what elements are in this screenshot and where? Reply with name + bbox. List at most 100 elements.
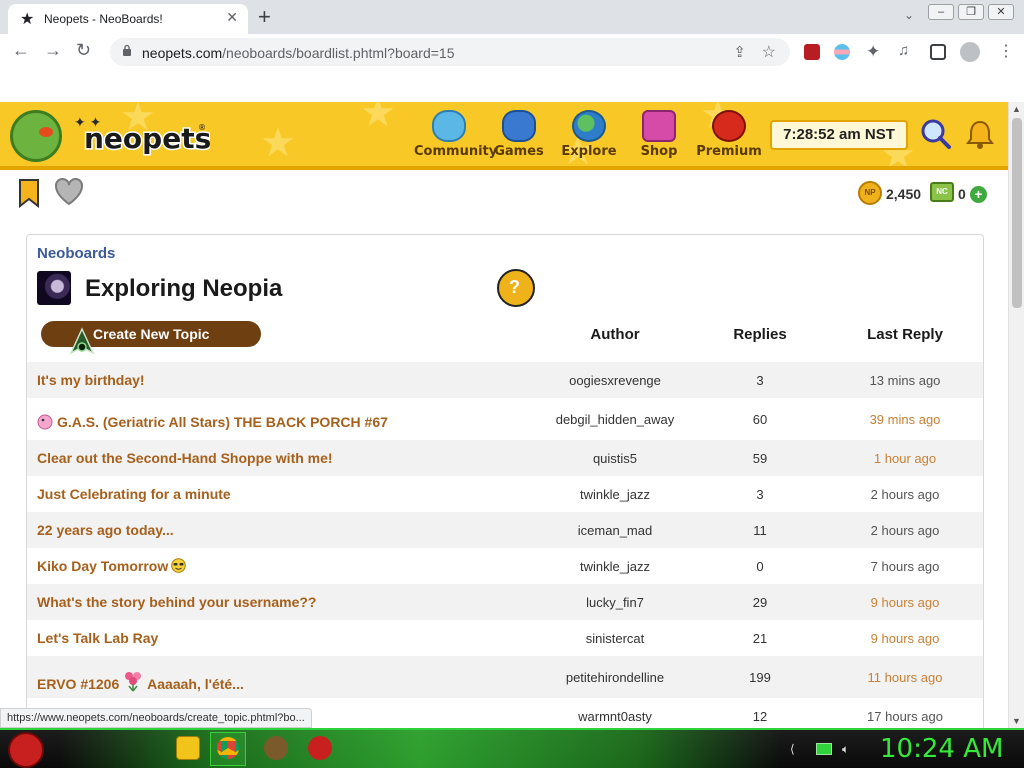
topic-author[interactable]: iceman_mad: [515, 523, 715, 538]
browser-tab-strip: ★ Neopets - NeoBoards! ✕ + ⌄ – ❐ ✕: [0, 0, 1024, 34]
topic-author[interactable]: petitehirondelline: [515, 670, 715, 685]
restore-button[interactable]: ❐: [958, 4, 984, 20]
topic-replies: 60: [752, 412, 768, 427]
help-glyph: ?: [509, 277, 520, 297]
topic-link-part-a[interactable]: ERVO #1206: [37, 676, 119, 692]
topic-row: G.A.S. (Geriatric All Stars) THE BACK PO…: [27, 398, 983, 440]
share-icon[interactable]: ⇪: [733, 43, 746, 61]
chrome-icon: [217, 737, 239, 759]
topic-author[interactable]: debgil_hidden_away: [515, 412, 715, 427]
volume-icon[interactable]: 🔈︎: [842, 742, 849, 757]
green-cursor-icon: [69, 327, 95, 355]
os-taskbar: ⟨ 🔈︎ 10:24 AM: [0, 728, 1024, 768]
nav-games-label: Games: [494, 144, 544, 159]
topic-link-part-b[interactable]: Aaaaah, l'été...: [147, 676, 244, 692]
colorful-extension-icon[interactable]: [834, 44, 850, 60]
nav-premium[interactable]: Premium: [694, 110, 764, 159]
topic-link[interactable]: Let's Talk Lab Ray: [37, 630, 158, 646]
neocash-amount: 0: [958, 186, 966, 202]
scroll-up-arrow-icon[interactable]: ▲: [1012, 104, 1021, 114]
topic-link-wrap[interactable]: Kiko Day Tomorrow: [37, 558, 187, 574]
close-window-button[interactable]: ✕: [988, 4, 1014, 20]
topic-last-reply[interactable]: 2 hours ago: [845, 523, 965, 538]
topic-replies: 11: [753, 523, 767, 538]
bookmark-star-icon[interactable]: ☆: [762, 42, 776, 62]
network-icon[interactable]: [816, 743, 832, 755]
scroll-thumb[interactable]: [1012, 118, 1022, 308]
angry-bird-app-icon[interactable]: [308, 736, 332, 760]
breadcrumb-neoboards[interactable]: Neoboards: [37, 245, 115, 262]
profile-avatar[interactable]: [960, 42, 980, 62]
bookmark-icon[interactable]: [18, 178, 40, 208]
reload-icon[interactable]: ↻: [76, 40, 91, 61]
more-menu-icon[interactable]: ⋮: [998, 41, 1014, 61]
file-explorer-icon[interactable]: [176, 736, 200, 760]
angry-bird-start-icon[interactable]: [8, 732, 44, 768]
neopets-mascot-icon[interactable]: [10, 110, 62, 162]
topic-replies: 21: [752, 631, 768, 646]
topic-last-reply[interactable]: 13 mins ago: [845, 373, 965, 388]
nav-shop[interactable]: Shop: [624, 110, 694, 159]
topic-author[interactable]: sinistercat: [515, 631, 715, 646]
topic-link[interactable]: It's my birthday!: [37, 372, 145, 388]
magnifier-search-icon[interactable]: [920, 118, 952, 150]
topic-last-reply[interactable]: 2 hours ago: [845, 487, 965, 502]
heart-icon[interactable]: [54, 178, 84, 206]
help-question-icon[interactable]: ?: [497, 269, 535, 307]
topic-link[interactable]: What's the story behind your username??: [37, 594, 316, 610]
topic-author[interactable]: oogiesxrevenge: [515, 373, 715, 388]
topic-author[interactable]: lucky_fin7: [515, 595, 715, 610]
browser-tab[interactable]: ★ Neopets - NeoBoards! ✕: [8, 4, 248, 34]
topic-row: ERVO #1206 Aaaaah, l'été... petitehirond…: [27, 656, 983, 698]
topic-link[interactable]: Just Celebrating for a minute: [37, 486, 231, 502]
topic-author[interactable]: twinkle_jazz: [515, 487, 715, 502]
show-hidden-icons-icon[interactable]: ⟨: [790, 742, 795, 756]
neopets-logo[interactable]: neopets ®: [80, 114, 211, 160]
page-scrollbar[interactable]: ▲ ▼: [1008, 102, 1024, 728]
topic-author[interactable]: quistis5: [515, 451, 715, 466]
topic-last-reply[interactable]: 7 hours ago: [845, 559, 965, 574]
new-tab-button[interactable]: +: [258, 4, 271, 30]
back-arrow-icon[interactable]: ←: [12, 40, 30, 61]
browser-toolbar: ← → ↻ neopets.com/neoboards/boardlist.ph…: [0, 34, 1024, 70]
scroll-down-arrow-icon[interactable]: ▼: [1012, 716, 1021, 726]
minimize-button[interactable]: –: [928, 4, 954, 20]
close-tab-icon[interactable]: ✕: [226, 9, 238, 26]
topic-link[interactable]: Kiko Day Tomorrow: [37, 558, 168, 574]
topic-link-wrap[interactable]: ERVO #1206 Aaaaah, l'été...: [37, 670, 244, 692]
add-neocash-button[interactable]: +: [970, 186, 987, 203]
topic-link-wrap[interactable]: G.A.S. (Geriatric All Stars) THE BACK PO…: [37, 412, 388, 430]
chrome-taskbar-button[interactable]: [210, 732, 246, 766]
window-controls: – ❐ ✕: [924, 2, 1014, 20]
ublock-extension-icon[interactable]: [804, 44, 820, 60]
shopping-cart-icon: [642, 110, 676, 142]
topic-replies: 3: [756, 487, 764, 502]
topic-last-reply[interactable]: 17 hours ago: [845, 709, 965, 724]
side-panel-icon[interactable]: [930, 44, 946, 60]
topic-link[interactable]: Clear out the Second-Hand Shoppe with me…: [37, 450, 333, 466]
topic-last-reply[interactable]: 9 hours ago: [845, 631, 965, 646]
topic-last-reply[interactable]: 1 hour ago: [845, 451, 965, 466]
forward-arrow-icon[interactable]: →: [44, 40, 62, 61]
notification-bell-icon[interactable]: [964, 118, 996, 150]
address-bar[interactable]: neopets.com/neoboards/boardlist.phtml?bo…: [110, 38, 790, 66]
nav-games[interactable]: Games: [484, 110, 554, 159]
column-last-reply: Last Reply: [867, 326, 943, 343]
topic-link[interactable]: 22 years ago today...: [37, 522, 174, 538]
nav-premium-label: Premium: [696, 144, 762, 159]
topic-author[interactable]: twinkle_jazz: [515, 559, 715, 574]
tab-search-icon[interactable]: ⌄: [904, 8, 914, 22]
puzzle-extensions-icon[interactable]: ✦: [866, 42, 880, 62]
topic-last-reply[interactable]: 9 hours ago: [845, 595, 965, 610]
url-path: /neoboards/boardlist.phtml?board=15: [222, 45, 455, 61]
media-control-icon[interactable]: ♫: [898, 42, 909, 59]
app-character-icon[interactable]: [264, 736, 288, 760]
taskbar-clock[interactable]: 10:24 AM: [880, 734, 1003, 764]
topic-author[interactable]: warmnt0asty: [515, 709, 715, 724]
topic-last-reply[interactable]: 39 mins ago: [845, 412, 965, 427]
url-host: neopets.com: [142, 45, 223, 61]
topic-last-reply[interactable]: 11 hours ago: [845, 670, 965, 685]
nav-explore[interactable]: Explore: [554, 110, 624, 159]
nav-community[interactable]: Community: [414, 110, 497, 159]
topic-link[interactable]: G.A.S. (Geriatric All Stars) THE BACK PO…: [57, 414, 388, 430]
